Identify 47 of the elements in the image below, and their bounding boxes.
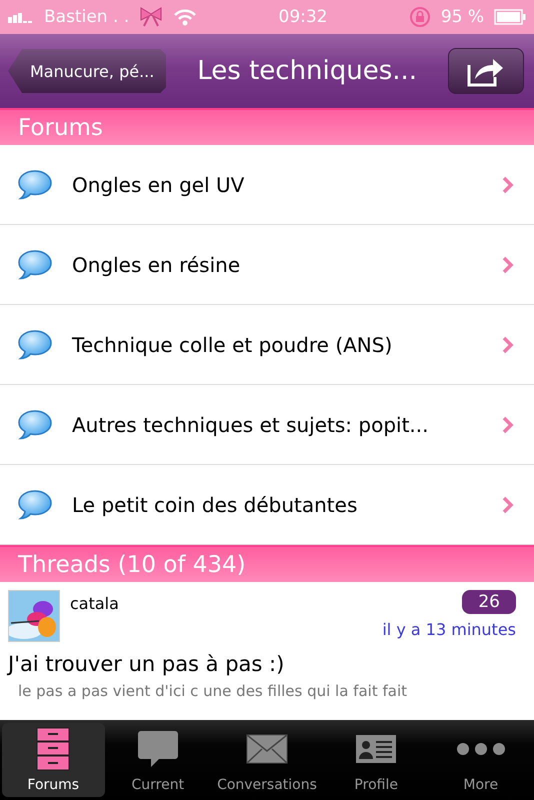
section-header: Forums <box>0 108 534 145</box>
tab[interactable]: Forums <box>2 723 105 797</box>
chevron-icon <box>502 496 514 514</box>
forum-row[interactable]: Autres techniques et sujets: popit... <box>0 385 534 465</box>
reply-count: 26 <box>462 590 516 614</box>
chevron-icon <box>502 176 514 194</box>
envelope-icon <box>246 734 288 764</box>
thread-preview: le pas a pas vient d'ici c une des filles qui la fait fait <box>17 682 408 700</box>
forum-row[interactable]: Ongles en gel UV <box>0 145 534 225</box>
speech-bubble-icon <box>18 410 52 440</box>
battery-percent: 95 % <box>440 7 484 27</box>
section-header: Threads (10 of 434) <box>0 545 534 582</box>
signal-icon <box>8 11 34 23</box>
more-dots-icon <box>456 742 505 756</box>
tab[interactable]: Conversations <box>211 723 323 797</box>
author-name: catala <box>70 593 120 615</box>
speech-bubble-icon <box>18 250 52 280</box>
forum-title: Ongles en gel UV <box>72 172 246 196</box>
battery-icon <box>494 9 526 25</box>
tab[interactable]: Profile <box>324 723 428 797</box>
forum-row[interactable]: Ongles en résine <box>0 225 534 305</box>
tab[interactable]: More <box>429 723 532 797</box>
wifi-icon <box>173 8 198 26</box>
tab[interactable]: Current <box>106 723 210 797</box>
chevron-icon <box>502 416 514 434</box>
forum-title: Technique colle et poudre (ANS) <box>72 332 394 356</box>
page-title: Les techniques... <box>196 56 418 86</box>
forum-title: Ongles en résine <box>72 252 242 276</box>
bow-icon <box>139 7 164 27</box>
forum-title: Le petit coin des débutantes <box>72 492 358 516</box>
back-button[interactable]: Manucure, pé... <box>8 49 166 93</box>
forum-title: Autres techniques et sujets: popit... <box>72 412 430 436</box>
chevron-icon <box>502 336 514 354</box>
rotation-lock-icon <box>408 6 431 28</box>
post-time: il y a 13 minutes <box>382 620 516 639</box>
drawer-cabinet-icon <box>36 726 70 770</box>
chevron-icon <box>502 256 514 274</box>
thread-title[interactable]: J'ai trouver un pas à pas :) <box>8 652 516 676</box>
carrier-name: Bastien . . <box>44 7 130 27</box>
share-button[interactable] <box>448 48 524 94</box>
speech-bubble-icon <box>18 330 52 360</box>
speech-bubble-icon <box>136 730 179 768</box>
speech-bubble-icon <box>18 170 52 200</box>
contact-card-icon <box>355 734 398 764</box>
clock-time: 09:32 <box>278 7 328 27</box>
speech-bubble-icon <box>18 490 52 520</box>
forum-row[interactable]: Technique colle et poudre (ANS) <box>0 305 534 385</box>
